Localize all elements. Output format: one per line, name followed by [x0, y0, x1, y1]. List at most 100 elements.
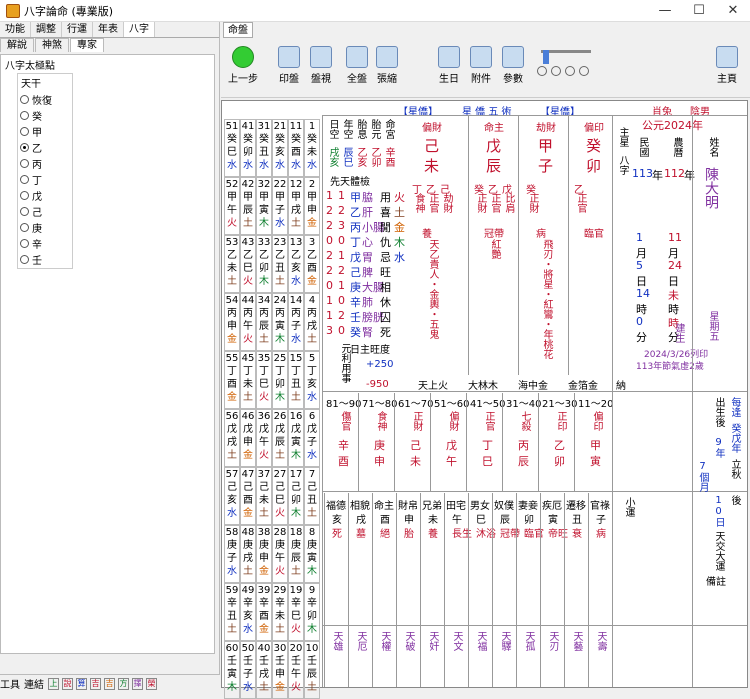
radio-gui[interactable]: 癸: [18, 107, 72, 123]
age-cell[interactable]: 4 丙戌土: [304, 293, 320, 351]
shortcut-5[interactable]: 吉: [104, 677, 115, 690]
radio-jia[interactable]: 甲: [18, 123, 72, 139]
age-cell[interactable]: 45 丁未土: [240, 351, 256, 409]
age-cell[interactable]: 37 己未土: [256, 467, 272, 525]
age-cell[interactable]: 5 丁亥水: [304, 351, 320, 409]
age-cell[interactable]: 18 庚辰土: [288, 525, 304, 583]
shortcut-6[interactable]: 方: [118, 677, 129, 690]
age-cell[interactable]: 50 壬子水: [240, 641, 256, 699]
age-cell[interactable]: 35 丁巳火: [256, 351, 272, 409]
zoom-fit-icon[interactable]: [537, 66, 547, 76]
tools-button[interactable]: 工具: [0, 676, 20, 691]
age-cell[interactable]: 39 辛酉金: [256, 583, 272, 641]
tab-bazi[interactable]: 八字: [124, 22, 155, 37]
zoom-knob[interactable]: [543, 50, 549, 64]
shortcut-4[interactable]: 吉: [90, 677, 101, 690]
age-cell[interactable]: 16 戊寅木: [288, 409, 304, 467]
age-cell[interactable]: 47 己酉金: [240, 467, 256, 525]
shortcut-2[interactable]: 說: [62, 677, 73, 690]
age-cell[interactable]: 29 辛未土: [272, 583, 288, 641]
subtab-shensha[interactable]: 神煞: [35, 38, 69, 52]
age-cell[interactable]: 8 庚寅木: [304, 525, 320, 583]
print-button[interactable]: 印盤: [273, 44, 305, 94]
age-cell[interactable]: 46 戊申金: [240, 409, 256, 467]
radio-ding[interactable]: 丁: [18, 171, 72, 187]
shortcut-8[interactable]: 榮: [146, 677, 157, 690]
age-cell[interactable]: 7 己丑土: [304, 467, 320, 525]
minimize-button[interactable]: —: [648, 3, 682, 18]
radio-bing[interactable]: 丙: [18, 155, 72, 171]
zoom-out-icon[interactable]: [565, 66, 575, 76]
age-cell[interactable]: 6 戊子水: [304, 409, 320, 467]
radio-reset[interactable]: 恢復: [18, 91, 72, 107]
age-cell[interactable]: 60 壬寅木: [224, 641, 240, 699]
back-button[interactable]: 上一步: [227, 44, 259, 94]
shortcut-1[interactable]: 上: [48, 677, 59, 690]
age-cell[interactable]: 52 甲午火: [224, 177, 240, 235]
radio-ji[interactable]: 己: [18, 203, 72, 219]
shortcut-3[interactable]: 算: [76, 677, 87, 690]
age-cell[interactable]: 26 戊辰土: [272, 409, 288, 467]
age-cell[interactable]: 24 丙寅木: [272, 293, 288, 351]
radio-xin[interactable]: 辛: [18, 235, 72, 251]
age-cell[interactable]: 44 丙午火: [240, 293, 256, 351]
age-cell[interactable]: 25 丁卯木: [272, 351, 288, 409]
radio-geng[interactable]: 庚: [18, 219, 72, 235]
page-icon[interactable]: [579, 66, 589, 76]
age-cell[interactable]: 57 己亥水: [224, 467, 240, 525]
age-cell[interactable]: 54 丙申金: [224, 293, 240, 351]
age-cell[interactable]: 42 甲辰土: [240, 177, 256, 235]
subtab-explain[interactable]: 解說: [0, 38, 34, 52]
age-cell[interactable]: 53 乙未土: [224, 235, 240, 293]
full-button[interactable]: 全盤: [341, 44, 373, 94]
zoom-slider[interactable]: [541, 50, 591, 64]
attach-button[interactable]: 附件: [465, 44, 497, 94]
age-cell[interactable]: 21 癸亥水: [272, 119, 288, 177]
age-cell[interactable]: 36 戊午火: [256, 409, 272, 467]
age-cell[interactable]: 10 壬辰土: [304, 641, 320, 699]
age-cell[interactable]: 40 壬戌土: [256, 641, 272, 699]
age-cell[interactable]: 51 癸巳水: [224, 119, 240, 177]
age-cell[interactable]: 55 丁酉金: [224, 351, 240, 409]
age-cell[interactable]: 11 癸酉水: [288, 119, 304, 177]
age-cell[interactable]: 27 己巳火: [272, 467, 288, 525]
age-cell[interactable]: 22 甲子水: [272, 177, 288, 235]
age-cell[interactable]: 34 丙辰土: [256, 293, 272, 351]
age-cell[interactable]: 15 丁丑土: [288, 351, 304, 409]
age-cell[interactable]: 33 乙卯木: [256, 235, 272, 293]
tab-yearlist[interactable]: 年表: [93, 22, 124, 37]
radio-wu[interactable]: 戊: [18, 187, 72, 203]
age-cell[interactable]: 3 乙酉金: [304, 235, 320, 293]
zoom-in-icon[interactable]: [551, 66, 561, 76]
age-cell[interactable]: 23 乙丑土: [272, 235, 288, 293]
age-cell[interactable]: 14 丙子水: [288, 293, 304, 351]
age-cell[interactable]: 28 庚午火: [272, 525, 288, 583]
radio-ren[interactable]: 壬: [18, 251, 72, 267]
subtab-expert[interactable]: 專家: [70, 38, 104, 52]
zoom-toggle-button[interactable]: 張縮: [371, 44, 403, 94]
maximize-button[interactable]: ☐: [682, 3, 716, 18]
age-cell[interactable]: 31 癸丑水: [256, 119, 272, 177]
age-cell[interactable]: 41 癸卯水: [240, 119, 256, 177]
age-cell[interactable]: 49 辛亥水: [240, 583, 256, 641]
age-cell[interactable]: 20 壬午火: [288, 641, 304, 699]
param-button[interactable]: 參數: [497, 44, 529, 94]
age-cell[interactable]: 48 庚戌土: [240, 525, 256, 583]
view-button[interactable]: 盤視: [305, 44, 337, 94]
age-cell[interactable]: 59 辛丑土: [224, 583, 240, 641]
link-button[interactable]: 連結: [24, 676, 44, 691]
age-cell[interactable]: 13 乙亥水: [288, 235, 304, 293]
home-button[interactable]: 主頁: [711, 44, 743, 94]
age-cell[interactable]: 17 己卯木: [288, 467, 304, 525]
age-cell[interactable]: 19 辛巳火: [288, 583, 304, 641]
age-cell[interactable]: 12 甲戌土: [288, 177, 304, 235]
age-cell[interactable]: 1 癸未水: [304, 119, 320, 177]
radio-yi[interactable]: 乙: [18, 139, 72, 155]
tab-function[interactable]: 功能: [0, 22, 31, 37]
age-cell[interactable]: 30 壬申金: [272, 641, 288, 699]
age-cell[interactable]: 56 戊戌土: [224, 409, 240, 467]
tab-luck[interactable]: 行運: [62, 22, 93, 37]
age-cell[interactable]: 38 庚申金: [256, 525, 272, 583]
tab-adjust[interactable]: 調整: [31, 22, 62, 37]
age-cell[interactable]: 43 乙巳火: [240, 235, 256, 293]
